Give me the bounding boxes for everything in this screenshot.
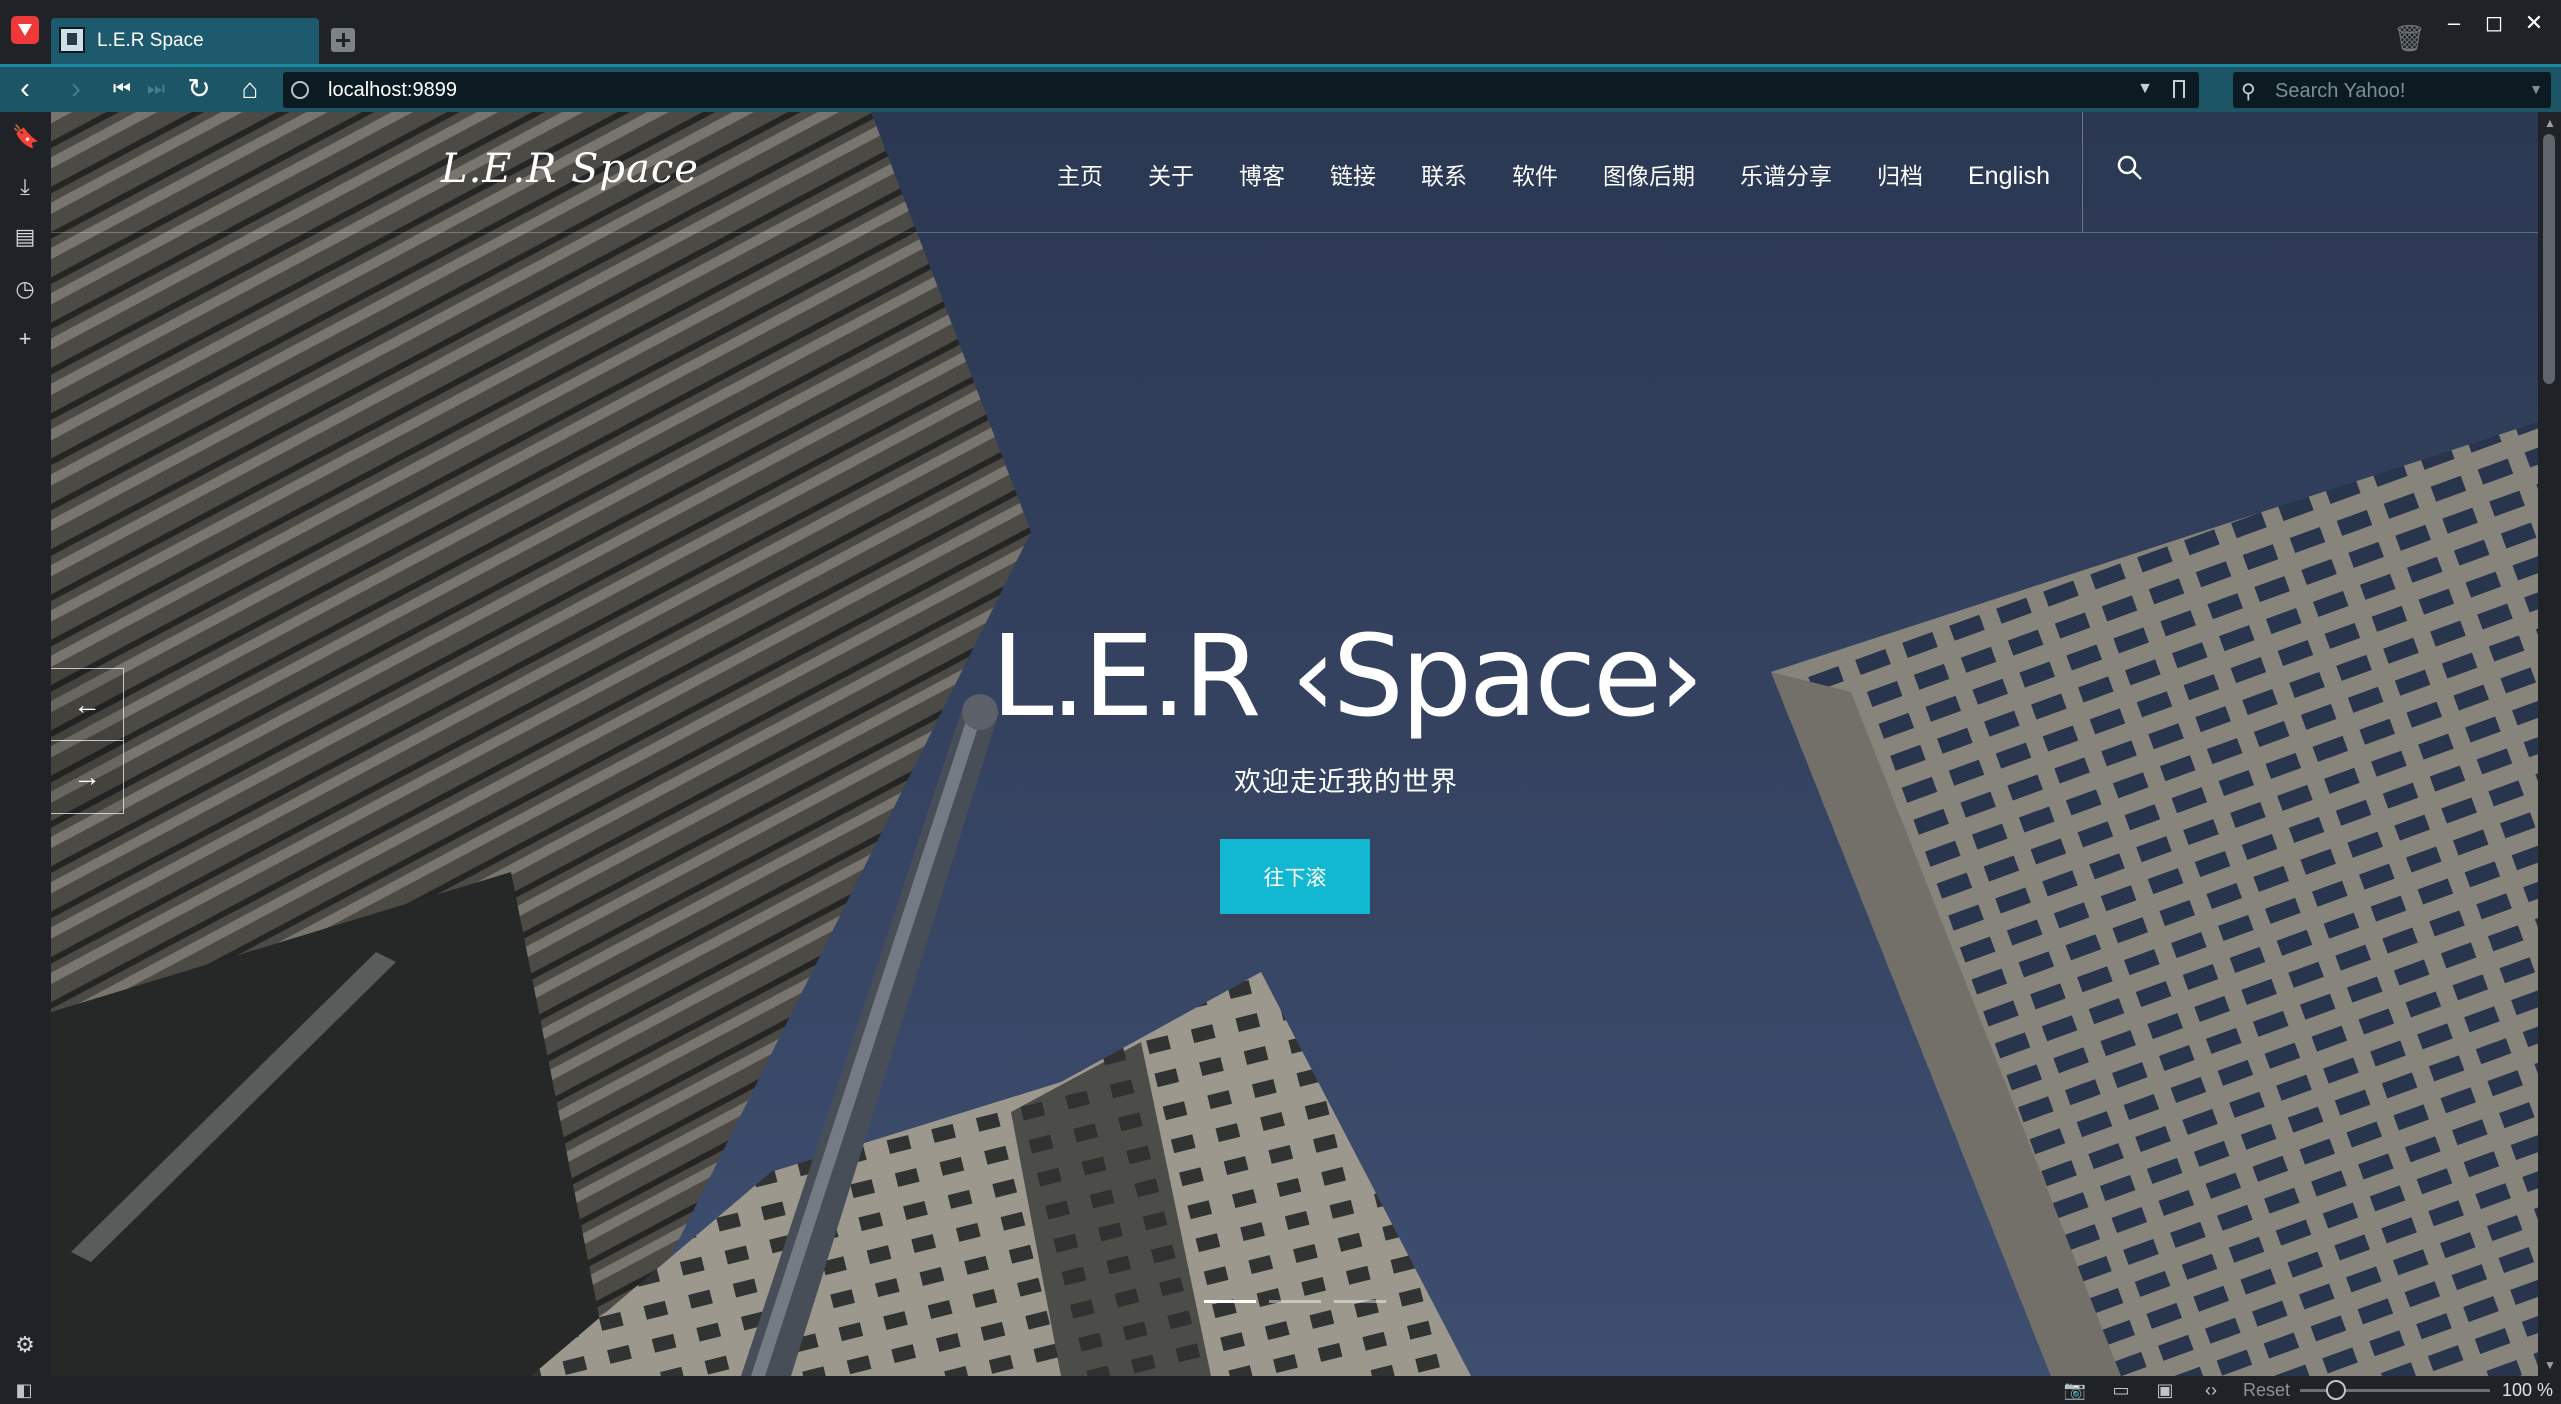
scroll-thumb[interactable] xyxy=(2543,134,2555,384)
tiling-icon[interactable]: ▭ xyxy=(2108,1379,2134,1401)
images-icon[interactable]: ▣ xyxy=(2152,1379,2178,1401)
nav-item-about[interactable]: 关于 xyxy=(1148,156,1194,196)
slide-indicators xyxy=(1204,1300,1386,1303)
page-scrollbar[interactable]: ▲ ▼ xyxy=(2538,112,2561,1376)
slide-indicator-1[interactable] xyxy=(1204,1300,1256,1303)
slider-prev-arrow-icon[interactable]: ← xyxy=(51,668,124,741)
scroll-up-icon[interactable]: ▲ xyxy=(2544,116,2556,130)
search-engine-icon[interactable]: ⚲ xyxy=(2241,79,2256,104)
zoom-level: 100 % xyxy=(2502,1380,2554,1400)
nav-item-english[interactable]: English xyxy=(1968,156,2050,196)
tab-title: L.E.R Space xyxy=(97,30,204,51)
history-panel-icon[interactable]: ◷ xyxy=(12,276,38,302)
page-actions-icon[interactable]: ‹› xyxy=(2198,1379,2224,1401)
new-tab-button[interactable] xyxy=(331,28,355,52)
close-button[interactable]: ✕ xyxy=(2517,6,2551,40)
site-header: L.E.R Space 主页 关于 博客 链接 联系 软件 图像后期 乐谱分享 … xyxy=(51,112,2538,233)
nav-item-home[interactable]: 主页 xyxy=(1057,156,1103,196)
browser-tab-active[interactable]: L.E.R Space xyxy=(51,18,319,64)
fast-forward-button[interactable]: ⏭ xyxy=(138,71,174,107)
web-page: L.E.R Space 主页 关于 博客 链接 联系 软件 图像后期 乐谱分享 … xyxy=(51,112,2538,1376)
zoom-slider-thumb[interactable] xyxy=(2326,1380,2346,1400)
settings-gear-icon[interactable]: ⚙ xyxy=(12,1332,38,1358)
nav-item-contact[interactable]: 联系 xyxy=(1421,156,1467,196)
nav-item-archive[interactable]: 归档 xyxy=(1877,156,1923,196)
search-icon[interactable] xyxy=(2116,154,2144,182)
hero-subtitle: 欢迎走近我的世界 xyxy=(1234,767,1458,797)
url-field[interactable]: localhost:9899 ▼ xyxy=(283,72,2199,108)
home-button[interactable]: ⌂ xyxy=(232,71,268,107)
slide-indicator-3[interactable] xyxy=(1334,1300,1386,1303)
url-text[interactable]: localhost:9899 xyxy=(328,79,457,102)
favicon-icon xyxy=(59,27,85,53)
back-button[interactable]: ‹ xyxy=(7,71,43,107)
status-bar: ◧ 📷 ▭ ▣ ‹› Reset 100 % xyxy=(0,1376,2561,1404)
side-panel: 🔖 ⤓ ▤ ◷ + ⚙ xyxy=(0,112,51,1376)
slider-next-arrow-icon[interactable]: → xyxy=(51,741,124,814)
chevron-down-icon[interactable]: ▼ xyxy=(2529,81,2543,97)
scroll-down-button[interactable]: 往下滚 xyxy=(1220,839,1370,914)
address-toolbar: ‹ › ⏮ ⏭ ↻ ⌂ localhost:9899 ▼ ⚲ ▼ xyxy=(0,64,2561,112)
hero-overlay xyxy=(51,112,2538,1376)
zoom-reset-button[interactable]: Reset xyxy=(2243,1380,2290,1401)
bookmarks-panel-icon[interactable]: 🔖 xyxy=(12,124,39,150)
bookmark-icon[interactable] xyxy=(2173,80,2185,98)
reload-button[interactable]: ↻ xyxy=(181,71,217,107)
vivaldi-menu-icon[interactable] xyxy=(11,16,39,44)
trash-icon[interactable]: 🗑 xyxy=(2393,24,2426,52)
nav-item-image-post[interactable]: 图像后期 xyxy=(1603,156,1695,196)
downloads-panel-icon[interactable]: ⤓ xyxy=(12,174,38,200)
site-nav: 主页 关于 博客 链接 联系 软件 图像后期 乐谱分享 归档 English xyxy=(1057,156,2095,196)
header-divider xyxy=(2082,112,2083,232)
search-input[interactable] xyxy=(2273,76,2527,106)
hero-title: L.E.R ‹Space› xyxy=(991,612,1704,742)
add-web-panel-icon[interactable]: + xyxy=(12,326,38,352)
capture-icon[interactable]: 📷 xyxy=(2062,1379,2088,1401)
scroll-down-icon[interactable]: ▼ xyxy=(2544,1358,2556,1372)
nav-item-blog[interactable]: 博客 xyxy=(1239,156,1285,196)
panel-toggle-icon[interactable]: ◧ xyxy=(11,1379,37,1401)
maximize-button[interactable]: ◻ xyxy=(2477,6,2511,40)
forward-button[interactable]: › xyxy=(58,71,94,107)
rewind-button[interactable]: ⏮ xyxy=(104,71,140,107)
slide-indicator-2[interactable] xyxy=(1269,1300,1321,1303)
site-logo[interactable]: L.E.R Space xyxy=(441,146,699,192)
url-dropdown-icon[interactable]: ▼ xyxy=(2137,80,2153,98)
nav-item-sheet-music[interactable]: 乐谱分享 xyxy=(1740,156,1832,196)
notes-panel-icon[interactable]: ▤ xyxy=(12,224,38,250)
nav-item-software[interactable]: 软件 xyxy=(1512,156,1558,196)
minimize-button[interactable]: – xyxy=(2437,6,2471,40)
browser-tab-bar: L.E.R Space 🗑 – ◻ ✕ xyxy=(0,0,2561,64)
site-info-icon[interactable] xyxy=(291,81,309,99)
nav-item-links[interactable]: 链接 xyxy=(1330,156,1376,196)
search-field[interactable]: ⚲ ▼ xyxy=(2233,72,2551,108)
